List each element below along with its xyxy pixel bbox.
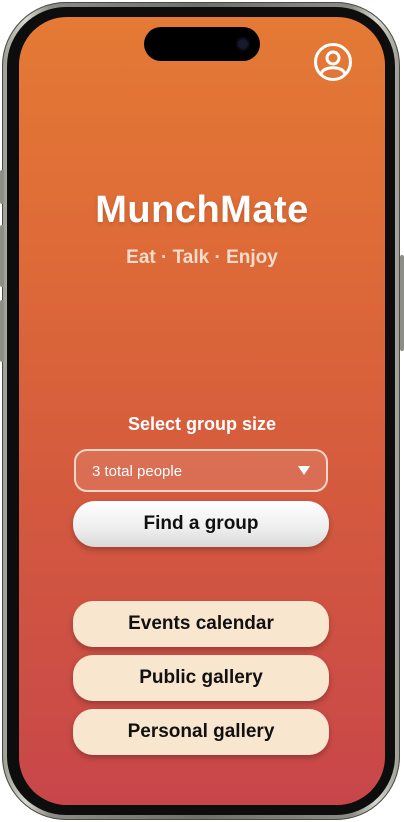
phone-side-button [0, 300, 4, 362]
phone-side-button [0, 170, 4, 204]
app-screen: MunchMate Eat · Talk · Enjoy Select grou… [19, 17, 385, 805]
caret-down-icon [298, 466, 310, 475]
find-group-button[interactable]: Find a group [73, 501, 329, 547]
dynamic-island [144, 27, 260, 61]
group-size-value: 3 total people [92, 463, 183, 480]
group-size-label: Select group size [127, 414, 277, 434]
profile-button[interactable] [313, 42, 353, 82]
app-title: MunchMate [95, 189, 309, 231]
group-size-select[interactable]: 3 total people [74, 449, 328, 492]
events-calendar-button[interactable]: Events calendar [73, 601, 329, 647]
phone-side-button [0, 225, 4, 287]
phone-side-button [400, 255, 404, 351]
personal-gallery-button[interactable]: Personal gallery [73, 709, 329, 755]
public-gallery-button[interactable]: Public gallery [73, 655, 329, 701]
user-circle-icon [314, 43, 352, 81]
app-tagline: Eat · Talk · Enjoy [126, 247, 278, 268]
camera-icon [238, 39, 248, 49]
